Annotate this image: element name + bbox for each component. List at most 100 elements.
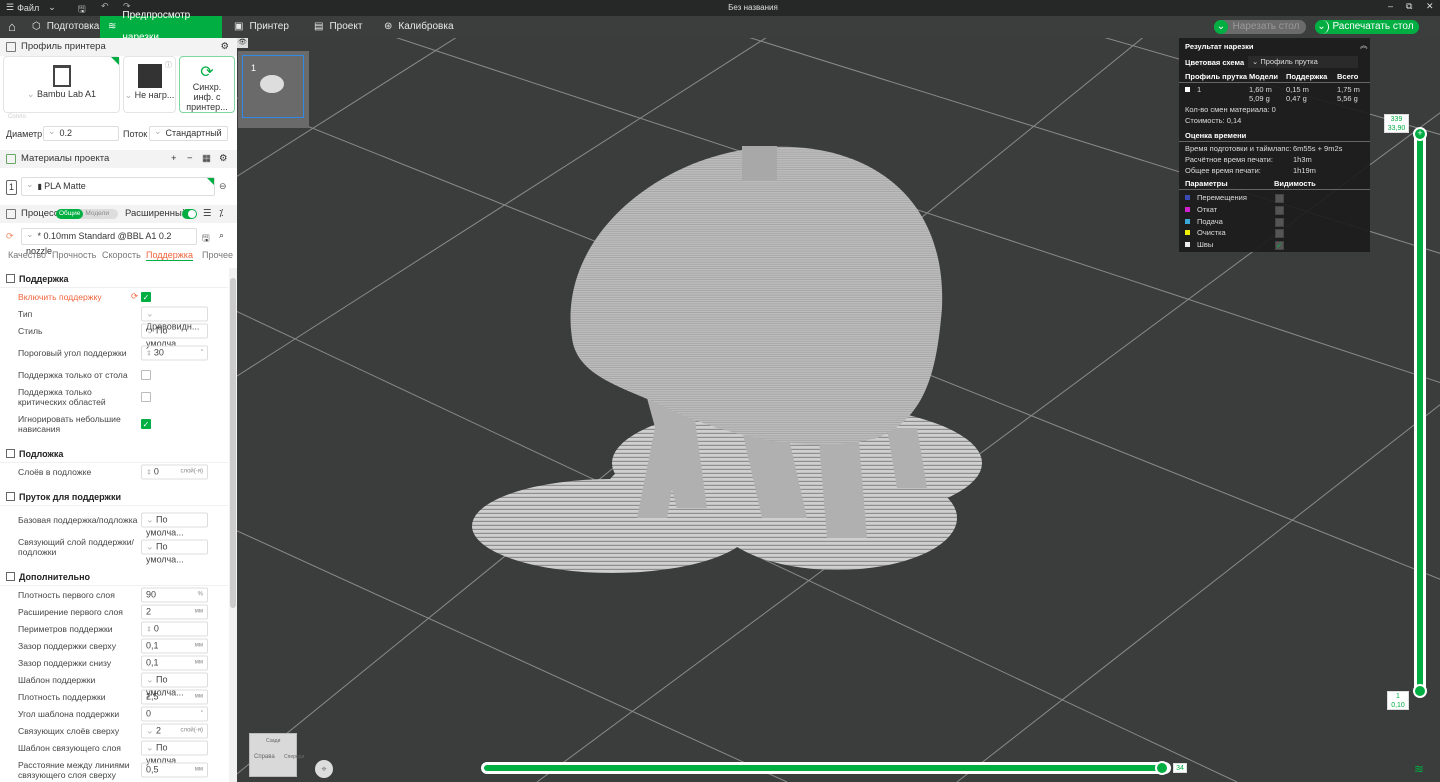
section-icon <box>6 449 15 458</box>
chevron-down-icon[interactable]: ⌄ <box>1214 20 1228 34</box>
tab-device[interactable]: ▣ Принтер <box>226 16 296 38</box>
chevron-down-icon[interactable]: ⌄ <box>1315 20 1329 34</box>
filament-select[interactable]: ▮ PLA Matte <box>21 177 215 196</box>
tab-project[interactable]: ▤ Проект <box>306 16 366 38</box>
collapse-icon[interactable]: ︽ <box>1360 40 1368 51</box>
view-cube-top-face[interactable]: Сзади <box>266 738 280 744</box>
spin-icon[interactable]: ⇕ <box>146 350 154 357</box>
fit-view-icon[interactable]: ⌖ <box>315 760 333 778</box>
diameter-select[interactable]: 0.2 <box>43 126 119 141</box>
param-visibility-checkbox[interactable]: ✓ <box>1275 241 1284 251</box>
eye-icon[interactable]: 👁 <box>237 38 248 48</box>
param-visibility-checkbox[interactable] <box>1275 229 1284 239</box>
setting-input[interactable]: 0 ° <box>141 706 208 721</box>
layer-slider[interactable]: + <box>1413 127 1427 698</box>
top-layer-label: 339 33,90 <box>1384 114 1409 133</box>
plate-thumbnail[interactable]: 1 <box>238 51 309 128</box>
reset-icon[interactable]: ⟳ <box>131 291 138 302</box>
add-icon[interactable]: + <box>171 150 177 168</box>
setting-input[interactable]: ⌄ По умолча... <box>141 323 208 348</box>
setting-checkbox[interactable] <box>141 391 151 402</box>
view-cube-right-face[interactable]: Справа <box>254 754 275 760</box>
plate-type-select[interactable]: ⌄ Не нагр... ⓘ <box>123 56 176 113</box>
setting-checkbox[interactable]: ✓ <box>141 418 151 429</box>
setting-input[interactable]: ⌄ По умолча... <box>141 672 208 697</box>
tab-speed[interactable]: Скорость <box>102 250 141 260</box>
param-label: Швы <box>1197 240 1214 250</box>
tab-others[interactable]: Прочее <box>202 250 233 260</box>
move-slider-handle[interactable] <box>1155 761 1169 775</box>
setting-input[interactable]: 0,1 мм <box>141 638 208 653</box>
info-icon[interactable]: ⓘ <box>165 60 172 70</box>
flow-select[interactable]: Стандартный <box>149 126 228 141</box>
scrollbar[interactable] <box>229 268 237 782</box>
setting-input[interactable]: ⇕ 0 <box>141 621 208 636</box>
setting-input[interactable]: ⌄ По умолча... <box>141 539 208 564</box>
move-slider[interactable] <box>481 761 1171 775</box>
setting-input[interactable]: 90% <box>141 587 208 602</box>
advanced-toggle[interactable] <box>182 209 197 219</box>
gear-icon[interactable]: ⚙ <box>220 38 229 56</box>
support-length: 0,15 m <box>1286 85 1309 94</box>
setting-input[interactable]: ⌄ Древовидн... <box>141 306 208 331</box>
param-visibility-checkbox[interactable] <box>1275 205 1284 215</box>
setting-input[interactable]: ⌄ 2 слой(-я) <box>141 723 208 738</box>
remove-filament-icon[interactable]: ⊖ <box>219 181 227 192</box>
scope-objects[interactable]: Модели <box>83 210 109 217</box>
printer-select[interactable]: ⌄ Bambu Lab A1 <box>3 56 120 113</box>
setting-input[interactable]: ⌄ По умолча... <box>141 740 208 765</box>
process-icon <box>6 209 16 219</box>
spin-icon[interactable]: ⇕ <box>146 626 154 633</box>
setting-input[interactable]: 0,1 мм <box>141 655 208 670</box>
minimize-button[interactable]: – <box>1388 1 1393 11</box>
sync-filament-icon[interactable]: ▦ <box>202 150 211 168</box>
setting-checkbox[interactable]: ✓ <box>141 291 151 302</box>
param-visibility-checkbox[interactable] <box>1275 217 1284 227</box>
setting-input[interactable]: 2 мм <box>141 604 208 619</box>
model-weight: 5,09 g <box>1249 94 1270 103</box>
layer-slider-top-handle[interactable]: + <box>1413 127 1427 141</box>
color-scheme-select[interactable]: ⌄ Профиль прутка <box>1248 56 1358 68</box>
print-plate-button[interactable]: ⌄ Распечатать стол <box>1315 20 1419 34</box>
search-icon[interactable]: ⌕ <box>219 230 224 241</box>
view-cube[interactable]: Справа Спереди Сзади <box>249 733 304 777</box>
reset-icon[interactable]: ⟳ <box>6 231 14 242</box>
slice-plate-button[interactable]: ⌄ Нарезать стол <box>1214 20 1306 34</box>
setting-input[interactable]: ⇕ 0 слой(-я) <box>141 464 208 479</box>
spin-icon[interactable]: ⇕ <box>146 469 154 476</box>
tab-support[interactable]: Поддержка <box>146 250 193 261</box>
tab-quality[interactable]: Качество <box>8 250 46 260</box>
home-tab[interactable]: ⌂ <box>0 16 24 38</box>
list-icon[interactable]: ☰ <box>203 205 212 223</box>
nozzle-label: Сопло <box>8 114 26 120</box>
setting-input[interactable]: ⇕ 30 ° <box>141 345 208 360</box>
view-cube-front-face[interactable]: Спереди <box>284 754 304 760</box>
tab-prepare[interactable]: ⬡ Подготовка <box>24 16 100 38</box>
setting-input[interactable]: ⌄ По умолча... <box>141 512 208 537</box>
compare-icon[interactable]: ⁒ <box>219 205 223 223</box>
setting-label: Зазор поддержки сверху <box>18 640 117 651</box>
layer-slider-bottom-handle[interactable] <box>1413 684 1427 698</box>
setting-input[interactable]: 2,5 мм <box>141 689 208 704</box>
sliced-model[interactable] <box>472 146 982 573</box>
remove-icon[interactable]: − <box>187 150 193 168</box>
gear-icon[interactable]: ⚙ <box>219 150 228 168</box>
section-icon <box>6 274 15 283</box>
layers-icon[interactable]: ≋ <box>1414 762 1424 776</box>
chevron-down-icon: ⌄ <box>146 308 154 318</box>
save-icon[interactable]: 🖫 <box>202 231 210 247</box>
scope-toggle[interactable]: Общие Модели <box>56 209 118 219</box>
tab-calibration[interactable]: ⊛ Калибровка <box>376 16 456 38</box>
restore-button[interactable]: ⧉ <box>1406 1 1412 12</box>
setting-input[interactable]: 0,5 мм <box>141 762 208 777</box>
sync-printer-button[interactable]: ⟳ Синхр. инф. с принтер... <box>179 56 235 113</box>
tab-strength[interactable]: Прочность <box>52 250 96 260</box>
tab-preview[interactable]: ≋Предпросмотр нарезки <box>100 10 222 43</box>
close-button[interactable]: ✕ <box>1426 1 1434 12</box>
setting-unit: ° <box>200 349 203 355</box>
setting-checkbox[interactable] <box>141 369 151 380</box>
process-profile-select[interactable]: * 0.10mm Standard @BBL A1 0.2 nozzle <box>21 228 197 256</box>
col-header: Профиль прутка <box>1185 72 1248 81</box>
scope-global[interactable]: Общие <box>56 209 84 219</box>
param-visibility-checkbox[interactable] <box>1275 194 1284 203</box>
